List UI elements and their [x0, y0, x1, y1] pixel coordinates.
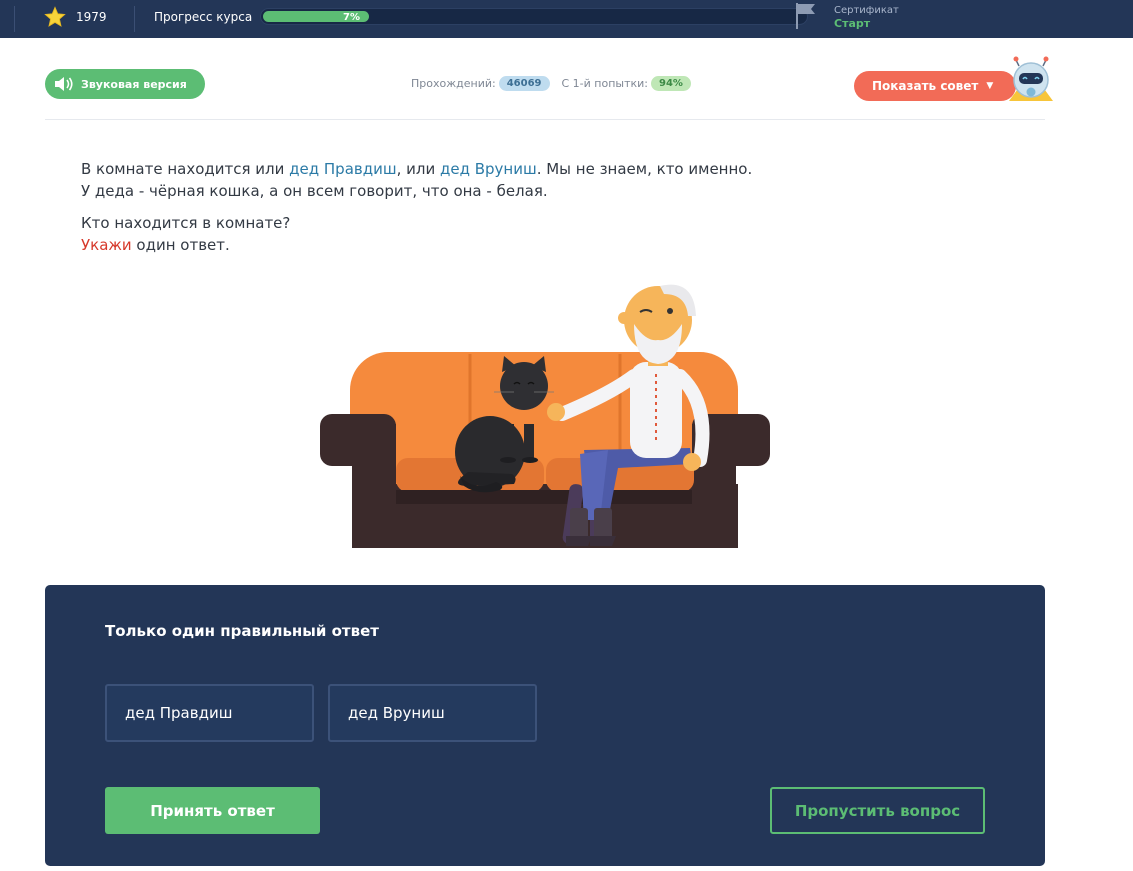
illustration-grandpa-cat-sofa [320, 284, 770, 548]
question-text: В комнате находится или дед Правдиш, или… [81, 158, 981, 256]
progress-label: Прогресс курса [154, 10, 253, 24]
question-line-2: У деда - чёрная кошка, а он всем говорит… [81, 182, 548, 200]
first-try-badge: 94% [651, 76, 691, 91]
question-text-part: . Мы не знаем, кто именно. [536, 160, 753, 178]
speaker-icon [55, 77, 73, 91]
show-hint-button[interactable]: Показать совет ▼ [854, 71, 1016, 101]
attempts-badge: 46069 [498, 76, 550, 91]
top-bar: 1979 Прогресс курса 7% Сертификат Старт [0, 0, 1133, 38]
progress-percent: 7% [343, 12, 360, 23]
sound-version-label: Звуковая версия [81, 77, 187, 91]
question-text-part: В комнате находится или [81, 160, 290, 178]
answer-panel-title: Только один правильный ответ [105, 622, 379, 640]
show-hint-label: Показать совет [872, 79, 979, 93]
course-progress-bar: 7% [260, 8, 808, 25]
question-line-3: Кто находится в комнате? [81, 214, 291, 232]
divider [14, 6, 15, 32]
star-icon [44, 6, 66, 27]
instruction-rest: один ответ. [131, 236, 230, 254]
name-pravdish: дед Правдиш [289, 160, 397, 178]
question-text-part: , или [396, 160, 440, 178]
question-line-1: В комнате находится или дед Правдиш, или… [81, 158, 981, 180]
name-vrunish: дед Вруниш [439, 160, 537, 178]
attempts-label: Прохождений: [411, 77, 496, 90]
progress-fill: 7% [263, 11, 369, 23]
first-try-label: С 1-й попытки: [561, 77, 649, 90]
instruction-accent: Укажи [81, 236, 132, 254]
certificate-value: Старт [834, 17, 871, 30]
stats: Прохождений: 46069 С 1-й попытки: 94% [411, 76, 703, 91]
divider [134, 6, 135, 32]
submit-answer-button[interactable]: Принять ответ [105, 787, 320, 834]
score-value: 1979 [76, 10, 107, 24]
certificate-label: Сертификат [834, 5, 899, 16]
robot-icon [1009, 56, 1053, 101]
caret-down-icon: ▼ [986, 81, 994, 91]
question-line-4: Укажи один ответ. [81, 234, 981, 256]
skip-question-button[interactable]: Пропустить вопрос [770, 787, 985, 834]
answer-option-vrunish[interactable]: дед Вруниш [328, 684, 537, 742]
answer-option-pravdish[interactable]: дед Правдиш [105, 684, 314, 742]
flag-icon [796, 3, 815, 29]
sound-version-button[interactable]: Звуковая версия [45, 69, 205, 99]
answer-panel: Только один правильный ответ дед Правдиш… [45, 585, 1045, 866]
section-divider [45, 119, 1045, 120]
